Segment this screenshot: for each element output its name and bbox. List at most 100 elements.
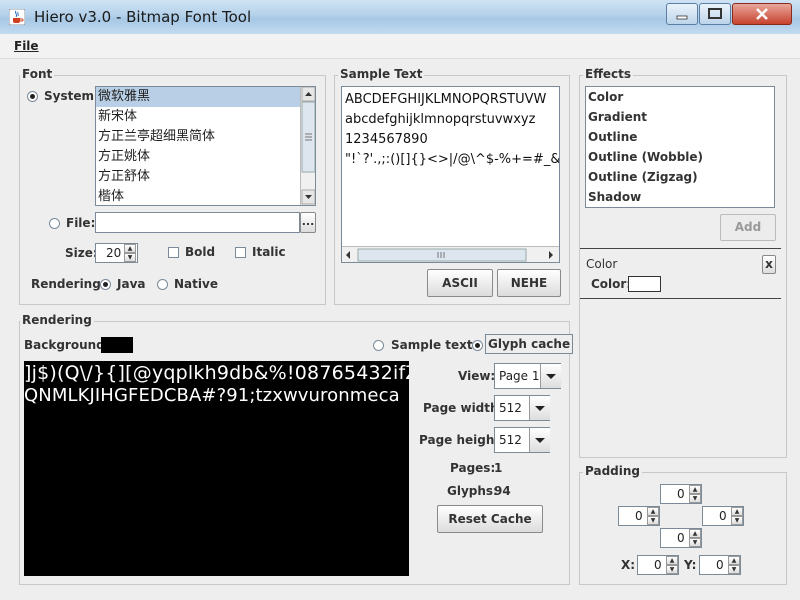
- page-width-label: Page width:: [423, 401, 504, 415]
- menu-file[interactable]: File: [14, 39, 39, 53]
- effect-item[interactable]: Outline: [586, 127, 774, 147]
- size-decrement-button[interactable]: ▼: [124, 253, 136, 262]
- spinner-up-button[interactable]: ▲: [666, 556, 678, 565]
- spinner-up-button[interactable]: ▲: [647, 507, 659, 516]
- app-window: Hiero v3.0 - Bitmap Font Tool File Font …: [0, 0, 800, 600]
- java-radio[interactable]: [100, 279, 111, 290]
- spinner-down-button[interactable]: ▼: [689, 538, 701, 547]
- spinner-down-button[interactable]: ▼: [647, 516, 659, 525]
- native-radio[interactable]: [157, 279, 168, 290]
- effect-item[interactable]: Gradient: [586, 107, 774, 127]
- italic-checkbox[interactable]: [235, 247, 246, 258]
- font-list-item[interactable]: 方正姚体: [96, 147, 300, 167]
- spinner-down-button[interactable]: ▼: [728, 565, 740, 574]
- padding-panel-title: Padding: [583, 464, 642, 478]
- page-height-label: Page height:: [419, 433, 505, 447]
- page-width-dropdown-button[interactable]: [529, 396, 550, 420]
- sample-text-label: Sample text: [391, 338, 473, 352]
- page-height-dropdown-button[interactable]: [529, 428, 550, 452]
- padding-right-value: 0: [719, 509, 727, 523]
- size-label: Size:: [65, 246, 98, 260]
- padding-y-value: 0: [716, 558, 724, 572]
- reset-cache-button[interactable]: Reset Cache: [437, 505, 543, 533]
- size-spinner[interactable]: 20 ▲ ▼: [95, 243, 138, 263]
- font-list-item[interactable]: 新宋体: [96, 107, 300, 127]
- page-width-select[interactable]: 512: [494, 395, 550, 421]
- spinner-up-button[interactable]: ▲: [728, 556, 740, 565]
- padding-left-spinner[interactable]: 0 ▲ ▼: [618, 506, 660, 526]
- padding-bottom-spinner[interactable]: 0 ▲ ▼: [660, 528, 702, 548]
- font-list-item[interactable]: 楷体: [96, 187, 300, 205]
- sample-text-radio[interactable]: [373, 340, 384, 351]
- system-font-list[interactable]: 微软雅黑 新宋体 方正兰亭超细黑简体 方正姚体 方正舒体 楷体: [95, 86, 316, 206]
- spinner-down-button[interactable]: ▼: [666, 565, 678, 574]
- sample-horizontal-scrollbar[interactable]: [342, 246, 559, 262]
- bold-label: Bold: [185, 245, 216, 259]
- sample-text-panel-title: Sample Text: [338, 67, 425, 81]
- padding-y-spinner[interactable]: 0 ▲ ▼: [699, 555, 741, 575]
- effect-item[interactable]: Outline (Wobble): [586, 147, 774, 167]
- font-list-item[interactable]: 微软雅黑: [96, 87, 300, 107]
- view-dropdown-button[interactable]: [540, 364, 561, 388]
- glyph-row: QNMLKJIHGFEDCBA#?91;tzxwvuronmeca: [24, 385, 400, 406]
- close-icon: [756, 8, 768, 20]
- remove-effect-button[interactable]: x: [762, 255, 776, 274]
- padding-right-spinner[interactable]: 0 ▲ ▼: [702, 506, 744, 526]
- padding-x-spinner[interactable]: 0 ▲ ▼: [637, 555, 679, 575]
- title-bar: Hiero v3.0 - Bitmap Font Tool: [0, 0, 800, 34]
- menu-bar: File: [0, 34, 800, 59]
- effects-bottom-divider: [580, 298, 781, 299]
- add-effect-button[interactable]: Add: [720, 214, 776, 241]
- padding-top-spinner[interactable]: 0 ▲ ▼: [660, 484, 702, 504]
- spinner-up-button[interactable]: ▲: [689, 485, 701, 494]
- chevron-down-icon: [535, 406, 545, 411]
- sample-line: 1234567890: [345, 132, 428, 147]
- sample-line: ABCDEFGHIJKLMNOPQRSTUVW: [345, 92, 547, 107]
- spinner-up-button[interactable]: ▲: [731, 507, 743, 516]
- spinner-down-button[interactable]: ▼: [689, 494, 701, 503]
- padding-top-value: 0: [677, 487, 685, 501]
- java-cup-icon: [9, 9, 25, 25]
- glyph-cache-canvas: ]j$)(Q\/}{][@yqplkh9db&%!08765432ifZY QN…: [24, 361, 409, 576]
- effect-color-swatch[interactable]: [628, 276, 661, 292]
- padding-x-label: X:: [621, 558, 636, 572]
- maximize-button[interactable]: [699, 3, 731, 25]
- minimize-icon: [676, 15, 688, 20]
- system-radio[interactable]: [27, 91, 38, 102]
- file-path-input[interactable]: [95, 212, 300, 233]
- sample-line: "!`?'.,;:()[]{}<>|/@\^$-%+=#_&~*: [345, 152, 559, 167]
- background-label: Background:: [24, 338, 110, 352]
- minimize-button[interactable]: [666, 3, 698, 25]
- effect-item[interactable]: Color: [586, 87, 774, 107]
- pages-label: Pages:: [450, 461, 496, 475]
- java-label: Java: [117, 277, 146, 291]
- page-width-value: 512: [499, 401, 522, 415]
- close-button[interactable]: [732, 3, 792, 25]
- effects-divider: [580, 248, 781, 249]
- spinner-up-button[interactable]: ▲: [689, 529, 701, 538]
- nehe-button[interactable]: NEHE: [497, 269, 561, 297]
- font-list-item[interactable]: 方正兰亭超细黑简体: [96, 127, 300, 147]
- effect-color-label: Color:: [591, 277, 632, 291]
- spinner-down-button[interactable]: ▼: [731, 516, 743, 525]
- effects-panel-title: Effects: [583, 67, 634, 81]
- ascii-button[interactable]: ASCII: [427, 269, 493, 297]
- font-panel-title: Font: [20, 67, 55, 81]
- file-label: File:: [66, 216, 96, 230]
- file-radio[interactable]: [49, 218, 60, 229]
- effects-list[interactable]: Color Gradient Outline Outline (Wobble) …: [585, 86, 775, 208]
- chevron-down-icon: [535, 438, 545, 443]
- background-color-swatch[interactable]: [101, 337, 133, 353]
- page-height-select[interactable]: 512: [494, 427, 550, 453]
- effect-item[interactable]: Shadow: [586, 187, 774, 207]
- font-list-scrollbar[interactable]: [300, 87, 315, 205]
- effect-item[interactable]: Outline (Zigzag): [586, 167, 774, 187]
- size-increment-button[interactable]: ▲: [124, 244, 136, 253]
- sample-text-area[interactable]: ABCDEFGHIJKLMNOPQRSTUVW abcdefghijklmnop…: [341, 86, 560, 263]
- browse-file-button[interactable]: ...: [300, 212, 316, 233]
- glyph-cache-radio[interactable]: [472, 340, 483, 351]
- glyphs-label: Glyphs:: [447, 484, 498, 498]
- font-list-item[interactable]: 方正舒体: [96, 167, 300, 187]
- bold-checkbox[interactable]: [168, 247, 179, 258]
- view-select[interactable]: Page 1: [494, 363, 561, 389]
